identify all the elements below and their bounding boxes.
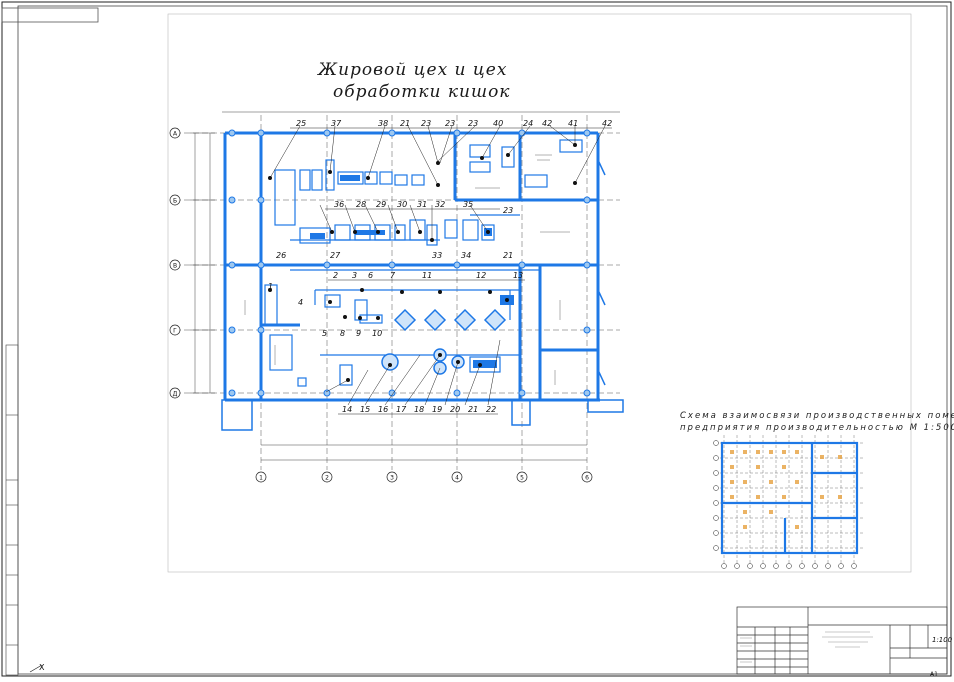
floor-plan bbox=[175, 111, 624, 470]
callout-label: 1 bbox=[268, 282, 273, 291]
callout-label: 31 bbox=[417, 200, 427, 209]
axis-row-label: Б bbox=[173, 198, 177, 205]
callout-label: 28 bbox=[356, 200, 366, 209]
callout-underlines bbox=[290, 127, 612, 415]
callout-label: 30 bbox=[397, 200, 407, 209]
callout-label: 7 bbox=[390, 271, 396, 280]
drawing-sheet: А Б В Г Д 1 2 3 4 5 6 25 37 38 21 23 23 … bbox=[0, 0, 954, 678]
axis-lines bbox=[175, 115, 620, 470]
axis-col-label: 1 bbox=[259, 475, 263, 482]
callout-label: 42 bbox=[602, 119, 612, 128]
callout-label: 34 bbox=[461, 251, 471, 260]
callout-label: 4 bbox=[298, 298, 303, 307]
building-walls bbox=[223, 131, 600, 402]
axis-bubbles bbox=[169, 127, 593, 483]
callout-label: 18 bbox=[414, 405, 424, 414]
drawing-title-line-1: Жировой цех и цех bbox=[318, 60, 508, 80]
callout-label: 37 bbox=[331, 119, 342, 128]
drawing-title-line-2: обработки кишок bbox=[333, 82, 511, 102]
callout-label: 33 bbox=[432, 251, 442, 260]
callout-label: 16 bbox=[378, 405, 388, 414]
corner-stamp bbox=[1, 7, 99, 23]
callout-label: 14 bbox=[342, 405, 352, 414]
callout-label: 38 bbox=[378, 119, 388, 128]
callout-label: 23 bbox=[421, 119, 431, 128]
callout-label: 6 bbox=[368, 271, 373, 280]
callout-label: 29 bbox=[376, 200, 386, 209]
title-block-text-strokes bbox=[740, 631, 873, 663]
scale-value: 1:100 bbox=[932, 636, 953, 644]
axis-col-label: 5 bbox=[520, 475, 524, 482]
callout-label: 23 bbox=[503, 206, 513, 215]
callout-label: 17 bbox=[396, 405, 407, 414]
axis-labels: А Б В Г Д 1 2 3 4 5 6 bbox=[173, 131, 589, 482]
scheme-caption-line-2: предприятия производительностью М 1:500 bbox=[680, 423, 954, 433]
callout-label: 13 bbox=[513, 271, 523, 280]
callout-label: 21 bbox=[400, 119, 410, 128]
callout-label: 35 bbox=[463, 200, 473, 209]
sheet-format: A1 bbox=[930, 671, 938, 678]
callout-label: 23 bbox=[445, 119, 455, 128]
axis-row-label: Д bbox=[173, 391, 178, 398]
ucs-x-label: X bbox=[39, 663, 45, 672]
callout-label: 2 bbox=[333, 271, 338, 280]
callout-label: 23 bbox=[468, 119, 478, 128]
callout-label: 40 bbox=[493, 119, 503, 128]
callout-label: 42 bbox=[542, 119, 552, 128]
axis-col-label: 4 bbox=[455, 475, 459, 482]
callout-label: 32 bbox=[435, 200, 445, 209]
axis-row-label: В bbox=[173, 263, 177, 270]
callout-label: 19 bbox=[432, 405, 442, 414]
callout-label: 25 bbox=[296, 119, 306, 128]
title-block bbox=[736, 606, 948, 675]
callout-label: 15 bbox=[360, 405, 370, 414]
axis-row-label: Г bbox=[173, 328, 177, 335]
equipment-upper bbox=[274, 139, 583, 246]
outer-frame bbox=[1, 1, 952, 677]
callout-label: 27 bbox=[330, 251, 341, 260]
callout-label: 11 bbox=[422, 271, 432, 280]
binding-strip bbox=[5, 344, 19, 676]
callout-label: 9 bbox=[356, 329, 361, 338]
callout-label: 36 bbox=[334, 200, 344, 209]
scheme-caption-line-1: Схема взаимосвязи производственных помещ… bbox=[680, 411, 954, 421]
callout-label: 21 bbox=[503, 251, 513, 260]
site-scheme bbox=[713, 435, 865, 569]
callout-dots bbox=[268, 143, 577, 382]
callout-label: 5 bbox=[322, 329, 327, 338]
callout-label: 12 bbox=[476, 271, 486, 280]
callout-label: 41 bbox=[568, 119, 578, 128]
callout-label: 21 bbox=[468, 405, 478, 414]
callout-label: 24 bbox=[523, 119, 533, 128]
axis-col-label: 2 bbox=[325, 475, 329, 482]
callout-label: 8 bbox=[340, 329, 345, 338]
callout-label: 26 bbox=[276, 251, 286, 260]
axis-col-label: 6 bbox=[585, 475, 589, 482]
callout-label: 3 bbox=[352, 271, 357, 280]
inner-frame bbox=[17, 5, 948, 675]
callout-label: 10 bbox=[372, 329, 382, 338]
axis-col-label: 3 bbox=[390, 475, 394, 482]
callout-label: 22 bbox=[486, 405, 496, 414]
callout-label: 20 bbox=[450, 405, 460, 414]
